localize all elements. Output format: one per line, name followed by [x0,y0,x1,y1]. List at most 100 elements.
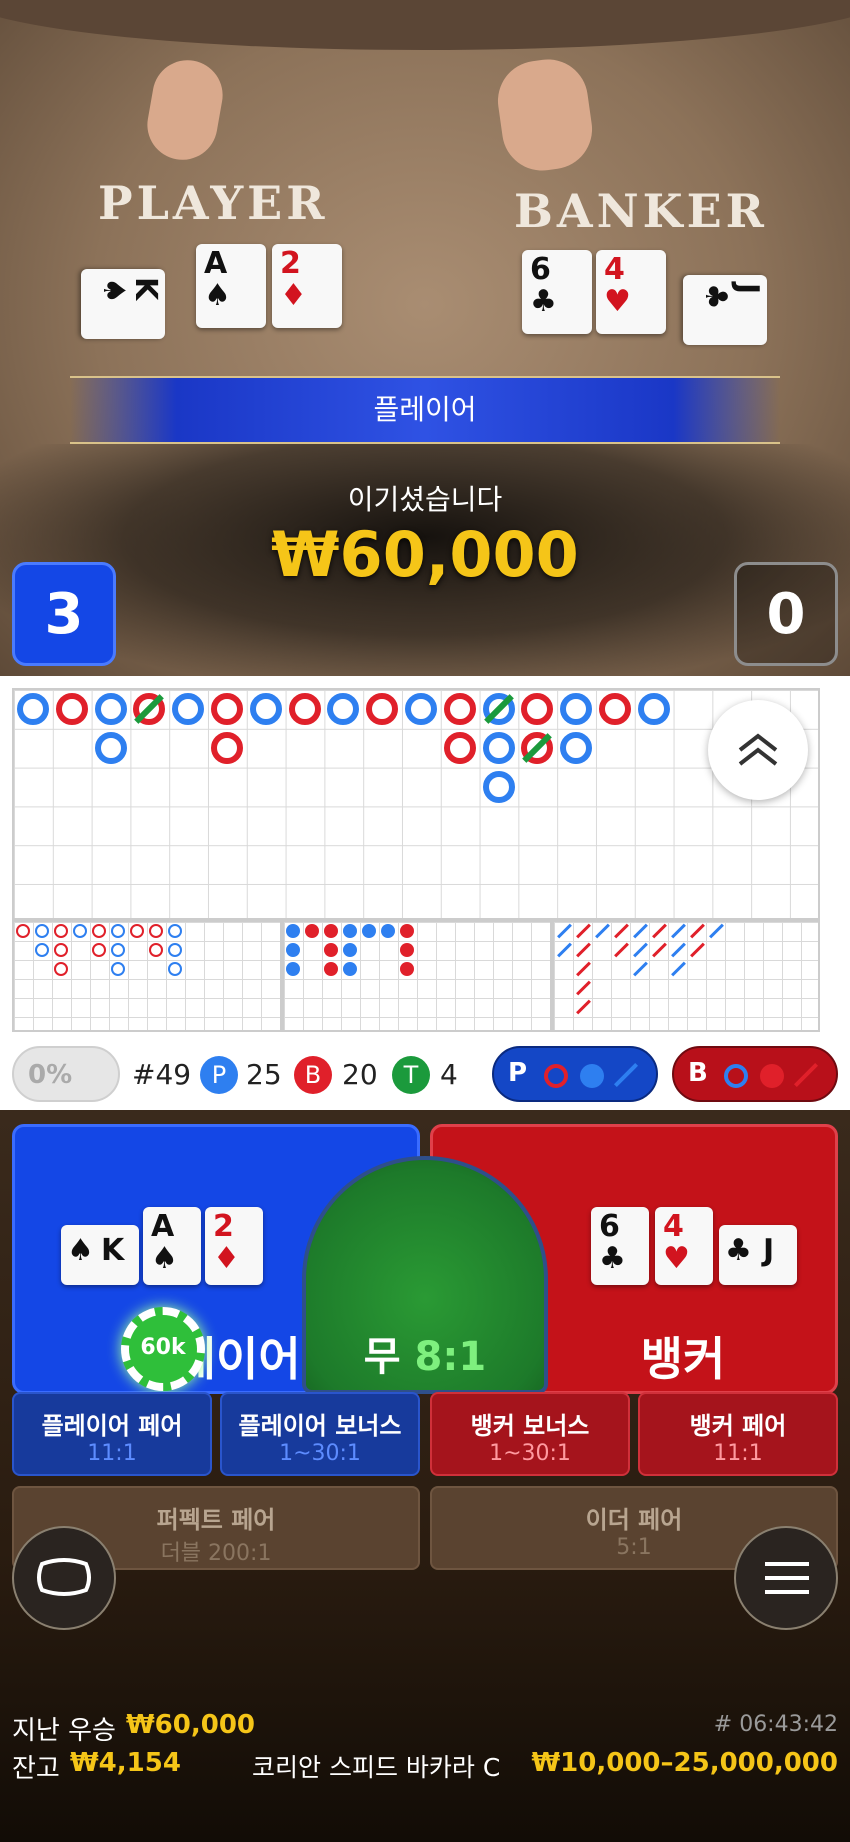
bet-limits: ₩10,000–25,000,000 [531,1748,839,1778]
predict-slash-icon [793,1062,819,1088]
player-count-badge: P [200,1056,238,1094]
bet-banker-card-2: 4 ♥ [655,1207,713,1285]
big-road-marker [211,731,243,764]
dealer-hand-right [492,54,598,176]
big-road-marker [55,693,88,725]
table-banker-card-1: 6 ♣ [522,250,592,334]
tie-bet-zone[interactable]: 무 8:1 [302,1156,548,1394]
collapse-roads-button[interactable] [708,700,808,800]
predict-dot-icon [580,1064,604,1088]
big-road-marker [560,693,593,725]
predict-circle-icon [544,1064,568,1088]
big-eye-marker [111,924,125,938]
small-road-marker [324,943,338,957]
big-eye-marker [168,962,182,976]
big-eye-marker [54,962,68,976]
big-road-marker [94,731,127,764]
bet-player-card-3: 2 ♦ [205,1207,263,1285]
small-road-marker [324,962,338,976]
small-road-marker [286,943,300,957]
banker-bet-label: 뱅커 [640,1332,726,1386]
win-amount: ₩60,000 [271,518,579,591]
bet-banker-card-3: ♣ J [719,1225,797,1285]
banker-pair-button[interactable]: 뱅커 페어 11:1 [638,1392,838,1476]
dealer-hand-left [141,54,229,166]
menu-button[interactable] [734,1526,838,1630]
live-video: PLAYER BANKER K ♠ A ♠ 2 ♦ 6 ♣ 4 ♥ J ♣ 플레이어 이기셨… [0,0,850,676]
betting-area: ♠ K A ♠ 2 ♦ 플레이어 60k 6 ♣ 4 ♥ ♣ J 뱅커 무 8:1 플레이어… [0,1110,850,1842]
small-road-marker [400,924,414,938]
big-road-marker [599,693,631,725]
big-eye-marker [35,924,49,938]
player-predict-button[interactable]: P [492,1046,658,1102]
big-eye-marker [149,943,163,957]
big-road-marker [482,731,515,764]
big-eye-marker [111,962,125,976]
chat-bubble-icon [37,1558,91,1596]
small-road-marker [286,924,300,938]
big-eye-marker [111,943,125,957]
player-count: 25 [246,1058,282,1091]
player-table-label: PLAYER [98,176,329,230]
big-eye-marker [130,924,144,938]
winner-banner: 플레이어 [70,376,780,444]
predict-circle-icon [724,1064,748,1088]
tie-bet-label: 무 [363,1334,401,1380]
big-road-marker [482,770,515,803]
small-road [282,920,552,1032]
big-road-marker [249,693,282,725]
small-road-marker [286,962,300,976]
big-road-marker [560,731,593,764]
player-score: 3 [12,562,116,666]
balance-label: 잔고 [12,1754,60,1784]
banker-bonus-button[interactable]: 뱅커 보너스 1~30:1 [430,1392,630,1476]
banker-predict-button[interactable]: B [672,1046,838,1102]
big-road-marker [405,693,437,725]
last-win-amount: ₩60,000 [126,1710,256,1740]
table-player-card-3: 2 ♦ [272,244,342,328]
chevron-up-icon [738,733,778,766]
big-road-marker [637,693,670,725]
small-road-marker [305,924,319,938]
placed-chip[interactable]: 60k [121,1307,205,1391]
stats-bar: 0% #49 P 25 B 20 T 4 P B [0,1040,850,1110]
hamburger-icon [765,1562,809,1594]
big-eye-marker [92,924,106,938]
percent-toggle[interactable]: 0% [12,1046,120,1102]
big-road-marker [288,693,321,725]
table-player-card-1: K ♠ [81,269,165,339]
bet-player-card-2: A ♠ [143,1207,201,1285]
win-message: 이기셨습니다 [347,483,503,516]
big-eye-marker [168,924,182,938]
small-road-marker [343,924,357,938]
big-road-marker [172,693,205,725]
big-eye-marker [54,943,68,957]
small-road-marker [400,962,414,976]
table-banker-card-3: J ♣ [683,275,767,345]
big-road-marker [17,693,49,725]
banker-table-label: BANKER [514,184,768,238]
game-round-id: # 06:43:42 [713,1712,838,1737]
player-bonus-button[interactable]: 플레이어 보너스 1~30:1 [220,1392,420,1476]
big-eye-road [12,920,282,1032]
last-win-label: 지난 우승 [12,1716,116,1746]
balance-amount: ₩4,154 [70,1748,181,1778]
player-pair-button[interactable]: 플레이어 페어 11:1 [12,1392,212,1476]
banker-count-badge: B [294,1056,332,1094]
predict-slash-icon [613,1062,639,1088]
cockroach-road [552,920,820,1032]
tie-bet-odds: 8:1 [414,1334,487,1380]
bet-banker-card-1: 6 ♣ [591,1207,649,1285]
small-road-marker [343,962,357,976]
big-road-marker [443,693,476,725]
banker-score: 0 [734,562,838,666]
small-road-marker [343,943,357,957]
big-eye-marker [73,924,87,938]
big-road-marker [94,693,127,725]
table-name: 코리안 스피드 바카라 C [252,1753,501,1782]
chat-button[interactable] [12,1526,116,1630]
big-eye-marker [54,924,68,938]
big-eye-marker [35,943,49,957]
big-road-marker [366,693,399,725]
predict-dot-icon [760,1064,784,1088]
